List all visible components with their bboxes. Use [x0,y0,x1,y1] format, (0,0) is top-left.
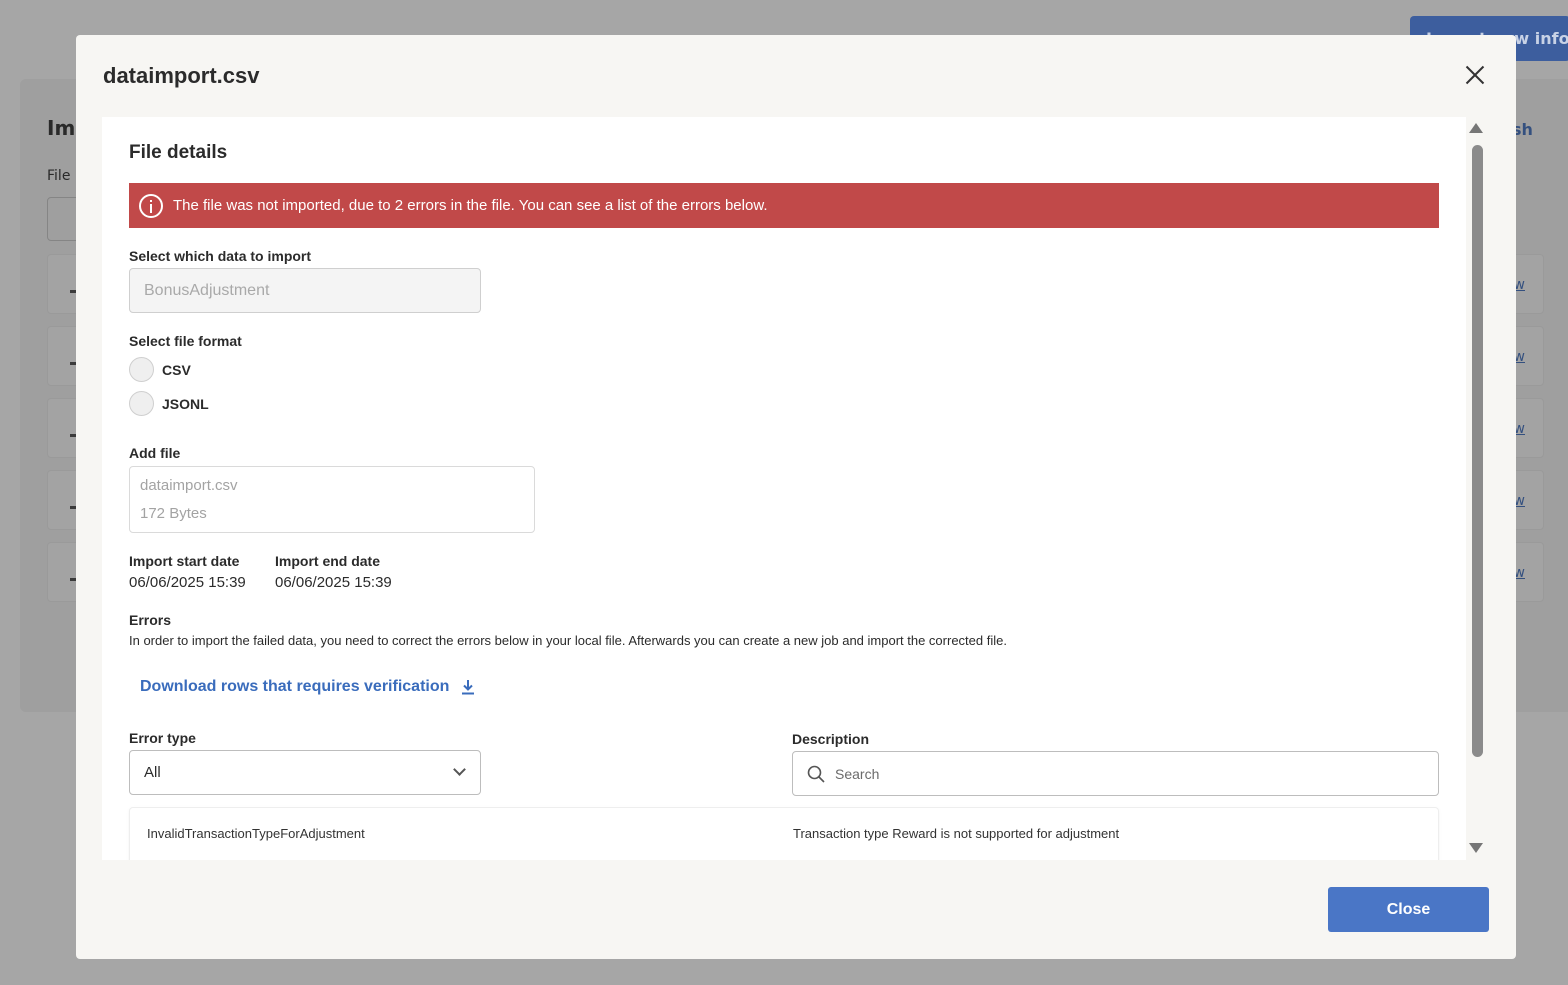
file-size: 172 Bytes [140,505,207,522]
modal-title: dataimport.csv [103,63,260,88]
download-rows-link[interactable]: Download rows that requires verification [140,678,475,696]
import-end-label: Import end date [275,553,381,569]
modal-content: File details The file was not imported, … [102,117,1466,860]
description-search [792,751,1439,796]
cell-error-type: InvalidTransactionTypeForAdjustment [147,826,365,841]
download-icon [462,680,475,695]
data-select-field: BonusAdjustment [129,268,481,313]
search-input[interactable] [835,765,1415,782]
scroll-down-arrow-icon[interactable] [1469,843,1483,853]
info-icon [139,193,163,218]
file-details-modal: dataimport.csv File details The file was… [76,35,1516,959]
error-type-value: All [144,764,161,781]
scroll-up-arrow-icon[interactable] [1469,123,1483,133]
chevron-down-icon [453,763,466,776]
errors-label: Errors [129,612,172,628]
alert-text: The file was not imported, due to 2 erro… [173,197,768,214]
cell-description: Transaction type Reward is not supported… [793,826,1120,841]
radio-csv[interactable]: CSV [129,357,191,382]
file-dropzone: dataimport.csv 172 Bytes [129,466,535,533]
table-row: InvalidTransactionTypeForAdjustment Tran… [129,807,1439,860]
error-type-select[interactable]: All [129,750,481,795]
radio-button[interactable] [129,391,154,416]
radio-jsonl[interactable]: JSONL [129,391,209,416]
section-title: File details [129,142,228,163]
import-start-value: 06/06/2025 15:39 [129,574,246,591]
scrollbar-thumb[interactable] [1472,145,1483,757]
download-rows-label: Download rows that requires verification [140,678,450,695]
error-alert: The file was not imported, due to 2 erro… [129,183,1439,228]
close-icon[interactable] [1464,64,1486,86]
errors-description: In order to import the failed data, you … [129,633,1007,648]
search-icon [807,765,825,783]
data-select-label: Select which data to import [129,248,312,264]
description-label: Description [792,731,870,747]
add-file-label: Add file [129,445,181,461]
background-file-label: File [47,168,71,184]
error-type-label: Error type [129,730,196,746]
radio-button[interactable] [129,357,154,382]
import-end-value: 06/06/2025 15:39 [275,574,392,591]
background-panel-title: Im [47,116,76,140]
import-start-label: Import start date [129,553,240,569]
close-button[interactable]: Close [1328,887,1489,932]
file-format-label: Select file format [129,333,242,349]
file-name: dataimport.csv [140,477,238,494]
radio-label-csv: CSV [162,361,191,378]
radio-label-jsonl: JSONL [162,395,209,412]
